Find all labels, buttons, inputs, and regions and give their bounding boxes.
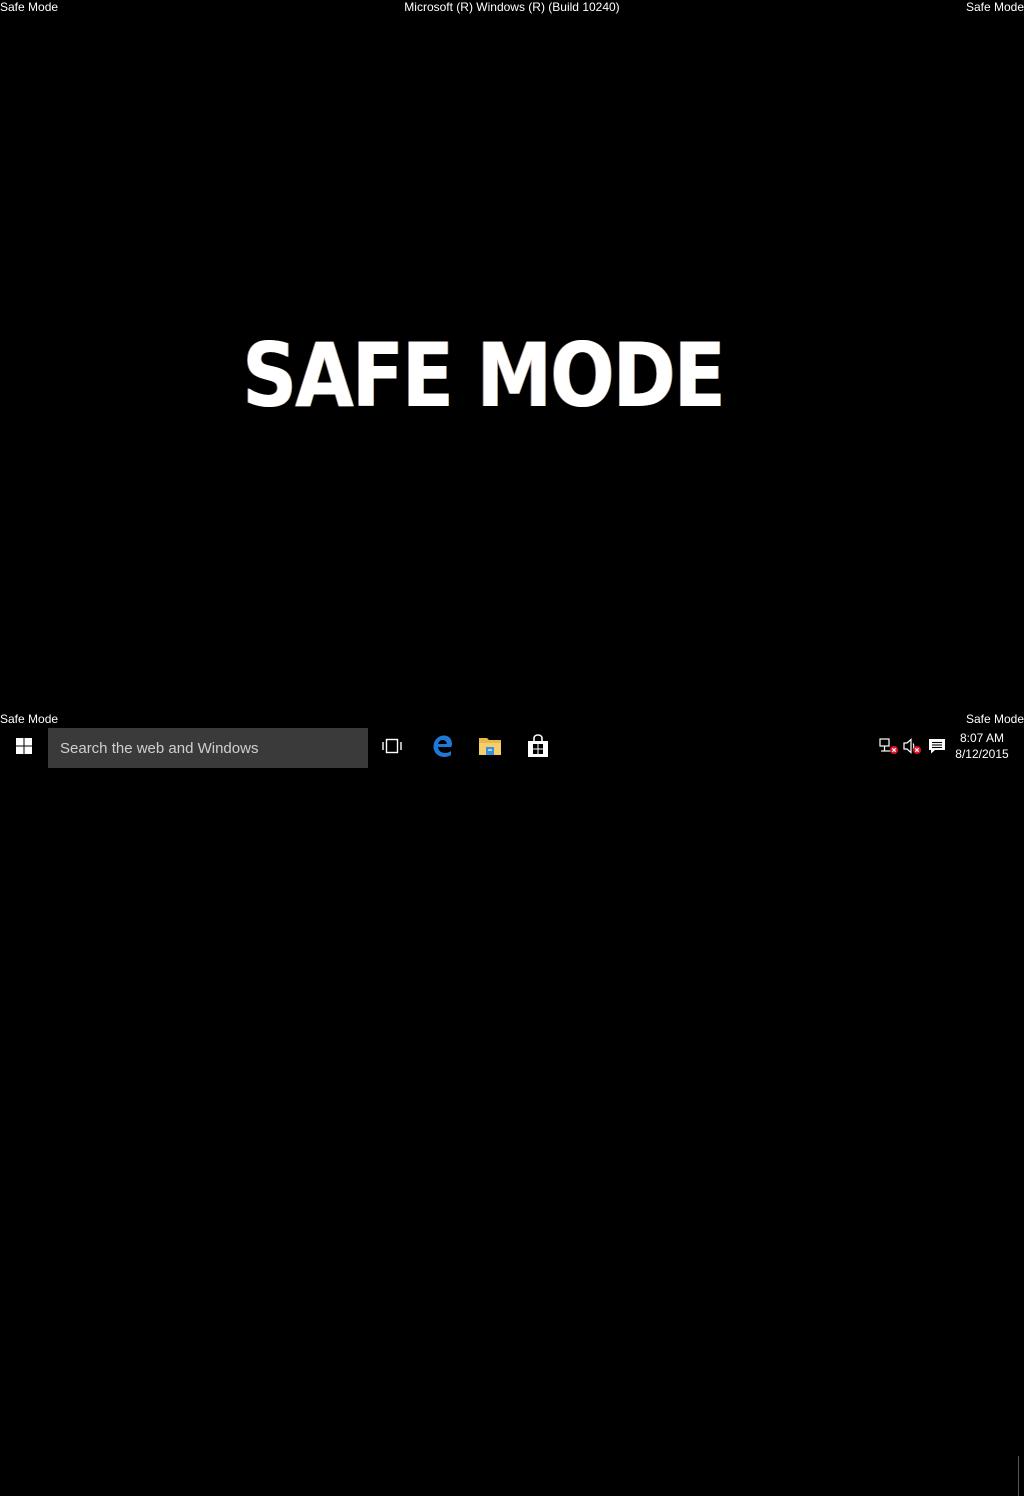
- network-disconnected-icon: [879, 737, 899, 760]
- volume-muted-icon: [902, 737, 922, 760]
- start-button[interactable]: [0, 728, 48, 768]
- volume-button[interactable]: [901, 737, 923, 760]
- build-info-label: Microsoft (R) Windows (R) (Build 10240): [404, 0, 620, 14]
- clock-time: 8:07 AM: [959, 731, 1005, 745]
- safe-mode-label-top-right: Safe Mode: [965, 0, 1024, 14]
- file-explorer-button[interactable]: [466, 728, 514, 768]
- clock[interactable]: 8:07 AM 8/12/2015: [950, 730, 1014, 762]
- action-center-button[interactable]: [926, 738, 948, 758]
- edge-icon: [430, 734, 454, 763]
- task-view-button[interactable]: [368, 728, 416, 768]
- search-placeholder: Search the web and Windows: [60, 739, 259, 757]
- network-button[interactable]: [878, 737, 900, 760]
- store-icon: [527, 733, 549, 763]
- task-view-icon: [382, 738, 402, 759]
- action-center-icon: [928, 737, 946, 760]
- taskbar: Search the web and Windows: [0, 728, 1024, 1496]
- windows-logo-icon: [16, 737, 32, 759]
- safe-mode-label-bottom-left: Safe Mode: [0, 712, 59, 726]
- search-box[interactable]: Search the web and Windows: [48, 728, 368, 768]
- store-button[interactable]: [514, 728, 562, 768]
- show-desktop-button[interactable]: [1018, 1456, 1024, 1496]
- safe-mode-label-bottom-right: Safe Mode: [965, 712, 1024, 726]
- folder-icon: [478, 735, 502, 762]
- safe-mode-wallpaper-text: SAFE MODE: [242, 324, 725, 427]
- edge-button[interactable]: [418, 728, 466, 768]
- clock-date: 8/12/2015: [955, 747, 1009, 761]
- desktop: Safe Mode Microsoft (R) Windows (R) (Bui…: [0, 0, 1024, 728]
